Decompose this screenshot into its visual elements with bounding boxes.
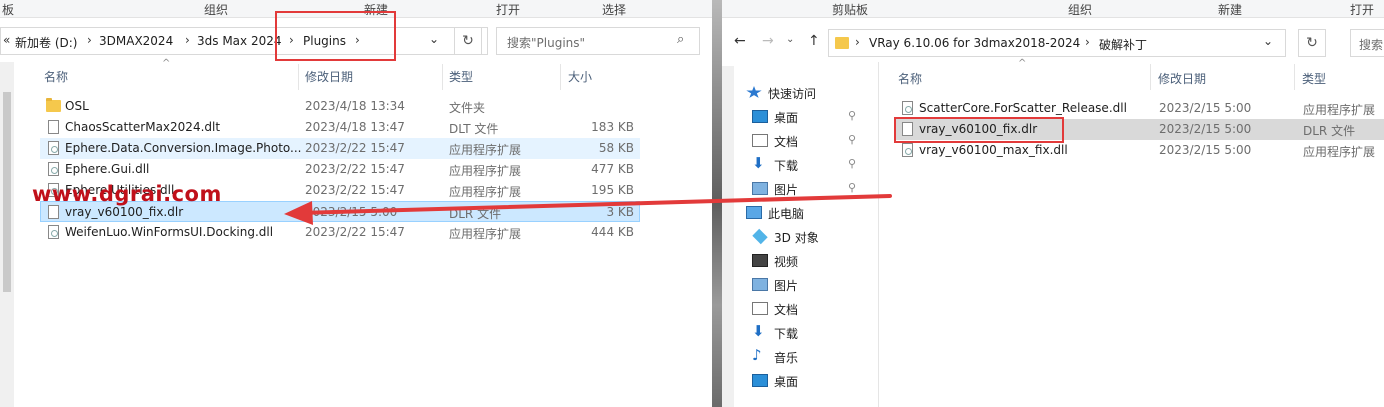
arrow-shaft [298, 194, 892, 215]
drag-arrow-annotation [284, 194, 892, 225]
arrow-head-icon [284, 201, 313, 225]
